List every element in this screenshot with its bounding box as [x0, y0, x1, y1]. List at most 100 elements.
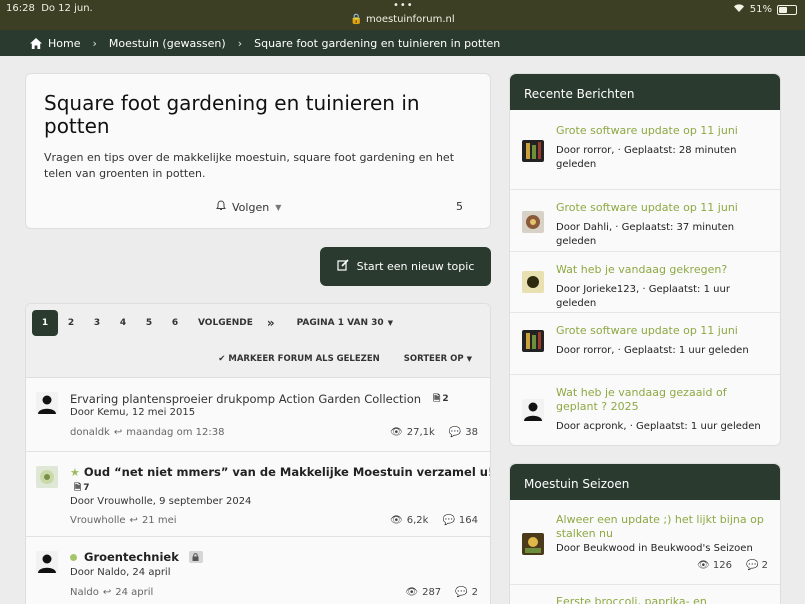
last-post-date[interactable]: 21 mei	[142, 515, 177, 526]
season-heading: Moestuin Seizoen	[510, 464, 780, 500]
topic-title-text: Oud “net niet mmers” van de Makkelijke M…	[83, 465, 491, 479]
eye-icon: 👁	[697, 560, 710, 571]
pagination-bar: 1 2 3 4 5 6 VOLGENDE » PAGINA 1 VAN 30 ▼…	[26, 304, 490, 378]
divider	[510, 312, 780, 313]
breadcrumb: Home › Moestuin (gewassen) › Square foot…	[0, 30, 805, 56]
recent-post-meta: Door acpronk, · Geplaatst: 1 uur geleden	[556, 421, 761, 432]
eye-icon: 👁	[390, 515, 403, 526]
last-page-button[interactable]: »	[267, 316, 275, 330]
avatar[interactable]	[36, 551, 58, 573]
divider	[510, 189, 780, 190]
page-5-button[interactable]: 5	[136, 310, 162, 336]
status-time: 16:28 Do 12 jun.	[6, 3, 93, 14]
season-widget: Moestuin Seizoen Alweer een update ;) he…	[509, 463, 781, 604]
lock-icon: 🔒	[350, 14, 363, 25]
forum-description: Vragen en tips over de makkelijke moestu…	[44, 151, 455, 180]
avatar[interactable]	[522, 140, 544, 162]
recent-post-link[interactable]: Wat heb je vandaag gekregen?	[556, 263, 766, 277]
mark-read-label: MARKEER FORUM ALS GELEZEN	[228, 354, 380, 364]
list-actions: ✔ MARKEER FORUM ALS GELEZEN SORTEER OP ▼	[218, 354, 472, 364]
topic-pages[interactable]: 🗎 2	[433, 391, 449, 407]
topic-stats: 👁 287 💬 2	[405, 587, 478, 598]
views-stat: 👁 27,1k	[390, 427, 435, 438]
avatar[interactable]	[522, 211, 544, 233]
start-new-topic-button[interactable]: Start een nieuw topic	[320, 247, 491, 286]
document-icon: 🗎	[433, 394, 441, 404]
topic-last-post: Naldo ↩ 24 april	[70, 587, 153, 598]
topic-pages[interactable]: 🗎 7	[74, 480, 90, 496]
mark-read-button[interactable]: ✔ MARKEER FORUM ALS GELEZEN	[218, 354, 379, 364]
topic-title[interactable]: Ervaring plantensproeier drukpomp Action…	[70, 391, 449, 407]
chevron-right-icon: ›	[92, 36, 97, 50]
last-post-date[interactable]: 24 april	[115, 587, 153, 598]
divider	[510, 251, 780, 252]
topic-row[interactable]: Ervaring plantensproeier drukpomp Action…	[26, 379, 490, 452]
follow-button[interactable]: Volgen ▼	[216, 200, 281, 214]
recent-post-link[interactable]: Grote software update op 11 juni	[556, 124, 766, 138]
tab-dots[interactable]: •••	[393, 0, 414, 11]
topic-list: 1 2 3 4 5 6 VOLGENDE » PAGINA 1 VAN 30 ▼…	[25, 303, 491, 604]
last-post-date[interactable]: maandag om 12:38	[126, 427, 224, 438]
sort-label: SORTEER OP	[403, 354, 464, 364]
battery-icon	[777, 4, 797, 15]
recent-posts-widget: Recente Berichten Grote software update …	[509, 73, 781, 446]
views-stat: 👁 6,2k	[390, 515, 428, 526]
next-page-button[interactable]: VOLGENDE	[198, 318, 253, 328]
recent-post-link[interactable]: Grote software update op 11 juni	[556, 324, 766, 338]
unread-dot-icon	[70, 553, 77, 561]
last-post-user[interactable]: Vrouwholle	[70, 515, 126, 526]
sort-dropdown[interactable]: SORTEER OP ▼	[404, 354, 472, 364]
ios-status-bar: 16:28 Do 12 jun. ••• 🔒 moestuinforum.nl …	[0, 0, 805, 30]
page-3-button[interactable]: 3	[84, 310, 110, 336]
topic-title[interactable]: ★ Oud “net niet mmers” van de Makkelijke…	[70, 465, 491, 479]
topic-pages-row: 🗎 7	[74, 480, 90, 496]
edit-icon	[337, 259, 349, 274]
avatar[interactable]	[522, 330, 544, 352]
reply-icon: ↩	[129, 515, 138, 526]
views-count: 27,1k	[406, 427, 435, 438]
last-post-user[interactable]: Naldo	[70, 587, 99, 598]
address-url[interactable]: 🔒 moestuinforum.nl	[0, 14, 805, 25]
recent-post-link[interactable]: Wat heb je vandaag gezaaid of geplant ? …	[556, 386, 766, 414]
replies-stat: 💬 2	[455, 587, 478, 598]
page-4-button[interactable]: 4	[110, 310, 136, 336]
pagination: 1 2 3 4 5 6 VOLGENDE » PAGINA 1 VAN 30 ▼	[32, 310, 393, 336]
page-6-button[interactable]: 6	[162, 310, 188, 336]
document-icon: 🗎	[74, 483, 82, 493]
page-2-button[interactable]: 2	[58, 310, 84, 336]
topic-pages-count: 2	[442, 394, 449, 404]
season-post-meta: Door Beukwood in Beukwood's Seizoen	[556, 543, 753, 554]
avatar[interactable]	[36, 466, 58, 488]
topic-starter: Door Naldo, 24 april	[70, 567, 171, 578]
breadcrumb-home-label: Home	[48, 36, 81, 50]
topic-row[interactable]: ★ Oud “net niet mmers” van de Makkelijke…	[26, 453, 490, 537]
lock-icon	[188, 551, 203, 563]
avatar[interactable]	[522, 399, 544, 421]
caret-down-icon: ▼	[466, 355, 472, 363]
views-count: 126	[712, 560, 732, 571]
breadcrumb-section[interactable]: Moestuin (gewassen)	[109, 37, 226, 50]
comment-icon: 💬	[448, 427, 462, 438]
page-jump-dropdown[interactable]: PAGINA 1 VAN 30 ▼	[297, 318, 393, 328]
forum-header: Square foot gardening en tuinieren in po…	[25, 73, 491, 229]
season-post-link[interactable]: Eerste broccoli, paprika- en babywortels	[556, 595, 766, 604]
topic-row[interactable]: Groentechniek Door Naldo, 24 april Naldo…	[26, 538, 490, 604]
page-of-label: PAGINA 1 VAN 30	[296, 318, 384, 328]
follower-count: 5	[456, 200, 463, 213]
recent-post-meta: Door rorror, · Geplaatst: 28 minuten gel…	[556, 145, 737, 170]
wifi-icon	[733, 3, 745, 16]
season-post-link[interactable]: Alweer een update ;) het lijkt bijna op …	[556, 513, 766, 541]
recent-post-meta: Door Jorieke123, · Geplaatst: 1 uur gele…	[556, 284, 730, 309]
page-1-button[interactable]: 1	[32, 310, 58, 336]
avatar[interactable]	[522, 271, 544, 293]
topic-last-post: donaldk ↩ maandag om 12:38	[70, 427, 224, 438]
last-post-user[interactable]: donaldk	[70, 427, 110, 438]
topic-last-post: Vrouwholle ↩ 21 mei	[70, 515, 177, 526]
recent-post-link[interactable]: Grote software update op 11 juni	[556, 201, 766, 215]
avatar[interactable]	[522, 533, 544, 555]
topic-title[interactable]: Groentechniek	[70, 550, 203, 564]
breadcrumb-home[interactable]: Home	[30, 37, 80, 50]
avatar[interactable]	[36, 392, 58, 414]
topic-starter: Door Vrouwholle, 9 september 2024	[70, 496, 252, 507]
divider	[510, 374, 780, 375]
